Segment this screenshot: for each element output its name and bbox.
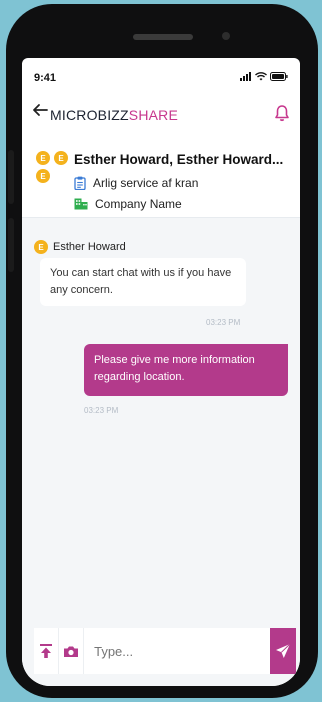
- bell-icon: [275, 105, 289, 122]
- arrow-left-icon: [33, 104, 48, 116]
- message-sender: E Esther Howard: [34, 240, 126, 254]
- message-composer: [34, 628, 296, 674]
- status-bar: 9:41: [22, 58, 300, 94]
- notifications-button[interactable]: [274, 104, 290, 127]
- phone-speaker: [133, 34, 193, 40]
- avatar: E: [36, 151, 50, 165]
- side-button-volume-up: [8, 150, 14, 204]
- avatar: E: [34, 240, 48, 254]
- app-bar: MICROBIZZSHARE: [22, 94, 300, 134]
- composer-area: [22, 628, 300, 686]
- message-list[interactable]: E Esther Howard You can start chat with …: [22, 218, 300, 628]
- incoming-message-bubble: You can start chat with us if you have a…: [40, 258, 246, 306]
- send-icon: [276, 643, 291, 658]
- chat-title: Esther Howard, Esther Howard...: [74, 152, 284, 167]
- chat-header[interactable]: E E E Esther Howard, Esther Howard... Ar…: [22, 144, 300, 218]
- message-text: Please give me more information regardin…: [94, 354, 255, 383]
- service-row: Arlig service af kran: [74, 176, 198, 190]
- message-text: You can start chat with us if you have a…: [50, 267, 232, 296]
- send-button[interactable]: [270, 628, 296, 674]
- avatar: E: [54, 151, 68, 165]
- upload-icon: [40, 644, 53, 658]
- signal-icon: [240, 72, 251, 81]
- wifi-icon: [255, 72, 267, 81]
- app-screen: 9:41 MICROBIZZSHARE E E E Esther Howard,…: [22, 58, 300, 686]
- brand-part-microbizz: MICROBIZZ: [50, 107, 129, 123]
- message-timestamp: 03:23 PM: [84, 406, 119, 415]
- back-button[interactable]: [32, 102, 48, 123]
- status-time: 9:41: [34, 72, 57, 84]
- sender-name: Esther Howard: [53, 241, 126, 253]
- company-row: Company Name: [74, 197, 182, 211]
- message-input[interactable]: [84, 628, 271, 674]
- clipboard-icon: [74, 176, 86, 190]
- avatar: E: [36, 169, 50, 183]
- battery-icon: [270, 72, 288, 81]
- brand-part-share: SHARE: [128, 107, 179, 123]
- camera-icon: [64, 646, 79, 657]
- phone-camera: [222, 32, 230, 40]
- service-name: Arlig service af kran: [93, 176, 199, 190]
- message-timestamp: 03:23 PM: [206, 318, 241, 327]
- brand-logo: MICROBIZZSHARE: [50, 107, 178, 123]
- status-icons: [240, 72, 288, 81]
- building-icon: [74, 198, 88, 210]
- company-name: Company Name: [95, 197, 182, 211]
- upload-button[interactable]: [34, 628, 60, 674]
- outgoing-message-bubble: Please give me more information regardin…: [84, 344, 288, 396]
- side-button-volume-down: [8, 218, 14, 272]
- camera-button[interactable]: [59, 628, 85, 674]
